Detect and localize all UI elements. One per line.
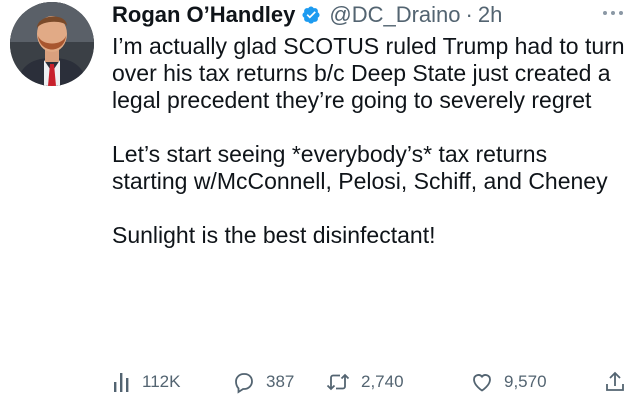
verified-badge-icon: [301, 5, 321, 25]
views-count: 112K: [142, 372, 181, 391]
views-button[interactable]: 112K: [112, 368, 180, 396]
tweet-paragraph: Sunlight is the best disinfectant!: [112, 222, 436, 248]
more-dots-icon[interactable]: [602, 4, 624, 22]
timestamp[interactable]: 2h: [478, 2, 502, 28]
action-bar: 112K 387 2,740 9,570: [112, 368, 628, 396]
tweet-paragraph: I’m actually glad SCOTUS ruled Trump had…: [112, 33, 625, 113]
like-button[interactable]: 9,570: [470, 368, 547, 396]
heart-icon: [470, 370, 494, 394]
reply-button[interactable]: 387: [232, 368, 294, 396]
like-count: 9,570: [504, 372, 547, 391]
author-name[interactable]: Rogan O’Handley: [112, 2, 295, 28]
retweet-count: 2,740: [361, 372, 404, 391]
reply-icon: [232, 370, 256, 394]
share-icon: [604, 370, 626, 394]
retweet-button[interactable]: 2,740: [325, 368, 404, 396]
separator-dot: ·: [465, 2, 473, 27]
avatar[interactable]: [10, 2, 94, 86]
reply-count: 387: [266, 372, 295, 391]
share-button[interactable]: [604, 368, 626, 396]
tweet: Rogan O’Handley @DC_Draino · 2h I’m actu…: [0, 0, 640, 407]
tweet-header: Rogan O’Handley @DC_Draino · 2h: [112, 0, 624, 30]
tweet-paragraph: Let’s start seeing *everybody’s* tax ret…: [112, 141, 608, 194]
retweet-icon: [325, 370, 351, 394]
author-handle[interactable]: @DC_Draino: [329, 2, 460, 28]
avatar-image: [10, 2, 94, 86]
tweet-text: I’m actually glad SCOTUS ruled Trump had…: [112, 33, 627, 276]
analytics-icon: [112, 371, 132, 393]
